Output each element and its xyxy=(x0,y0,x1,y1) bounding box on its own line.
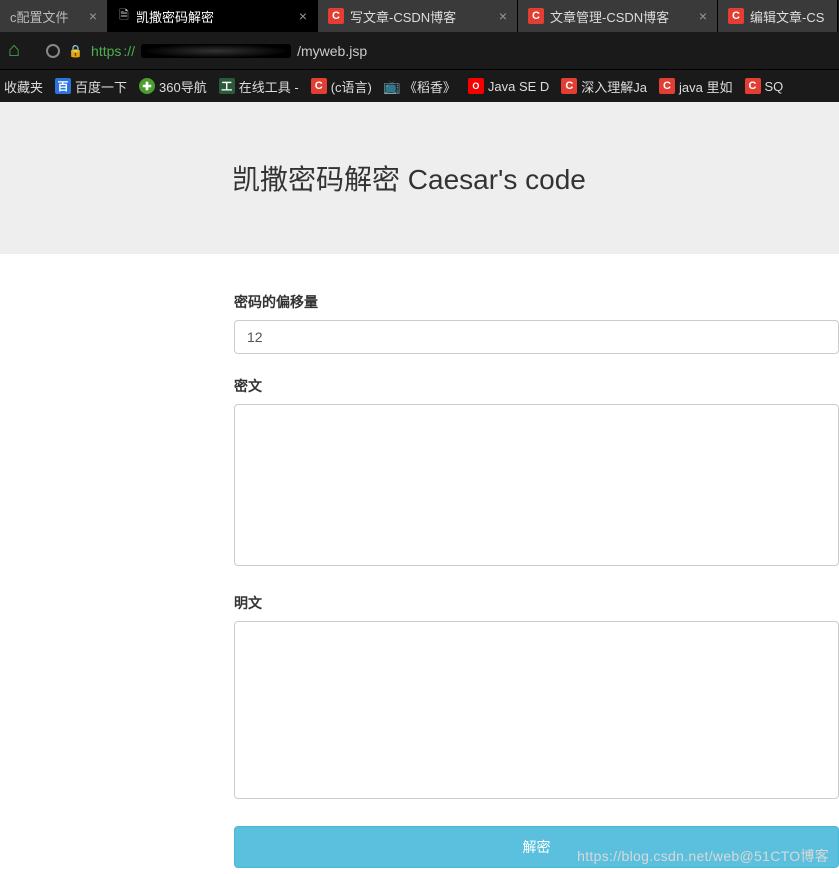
bookmark-clang[interactable]: C (c语言) xyxy=(311,77,372,96)
url-display[interactable]: https:// /myweb.jsp xyxy=(91,43,367,59)
browser-tab-active[interactable]: 🗎 凯撒密码解密 × xyxy=(108,0,318,32)
oracle-icon: O xyxy=(468,78,484,94)
bookmark-label: 360导航 xyxy=(159,77,207,96)
bookmark-javase[interactable]: O Java SE D xyxy=(468,78,549,94)
bookmark-favorites[interactable]: 收藏夹 xyxy=(4,77,43,96)
cipher-textarea[interactable] xyxy=(234,404,839,566)
bookmark-sq[interactable]: C SQ xyxy=(745,78,784,94)
lock-icon: 🔒 xyxy=(68,44,83,58)
browser-tab-bar: c配置文件 × 🗎 凯撒密码解密 × C 写文章-CSDN博客 × C 文章管理… xyxy=(0,0,839,32)
tab-title: 文章管理-CSDN博客 xyxy=(550,7,669,26)
home-icon[interactable]: ⌂ xyxy=(8,39,20,62)
bookmark-label: (c语言) xyxy=(331,77,372,96)
browser-tab[interactable]: C 编辑文章-CS xyxy=(718,0,838,32)
bookmark-360[interactable]: ✚ 360导航 xyxy=(139,77,207,96)
url-path: /myweb.jsp xyxy=(297,43,367,59)
offset-input[interactable] xyxy=(234,320,839,354)
tab-title: 写文章-CSDN博客 xyxy=(350,7,456,26)
cipher-group: 密文 xyxy=(234,376,839,571)
form-content: 密码的偏移量 密文 明文 解密 xyxy=(0,254,839,868)
bookmark-javadeep[interactable]: C 深入理解Ja xyxy=(561,77,647,96)
bookmark-javain[interactable]: C java 里如 xyxy=(659,77,732,96)
offset-label: 密码的偏移量 xyxy=(234,292,839,312)
tab-title: 凯撒密码解密 xyxy=(136,7,214,26)
close-icon[interactable]: × xyxy=(499,8,507,24)
tab-title: 编辑文章-CS xyxy=(750,7,824,26)
plain-textarea[interactable] xyxy=(234,621,839,799)
csdn-icon: C xyxy=(745,78,761,94)
bookmark-label: SQ xyxy=(765,79,784,94)
csdn-icon: C xyxy=(528,8,544,24)
page-title: 凯撒密码解密 Caesar's code xyxy=(232,158,839,198)
browser-tab[interactable]: C 写文章-CSDN博客 × xyxy=(318,0,518,32)
csdn-icon: C xyxy=(561,78,577,94)
csdn-icon: C xyxy=(728,8,744,24)
bookmark-label: 在线工具 - xyxy=(239,77,299,96)
url-protocol: https xyxy=(91,43,121,59)
csdn-icon: C xyxy=(328,8,344,24)
page-icon: 🗎 xyxy=(118,9,130,23)
page-header: 凯撒密码解密 Caesar's code xyxy=(0,102,839,254)
bookmark-label: java 里如 xyxy=(679,77,732,96)
url-protocol-suffix: :// xyxy=(123,43,135,59)
browser-address-bar: ⌂ 🔒 https:// /myweb.jsp xyxy=(0,32,839,70)
bookmark-label: Java SE D xyxy=(488,79,549,94)
plain-group: 明文 xyxy=(234,593,839,804)
bookmark-baidu[interactable]: 百 百度一下 xyxy=(55,77,127,96)
bookmark-tools[interactable]: 工 在线工具 - xyxy=(219,77,299,96)
csdn-icon: C xyxy=(311,78,327,94)
bookmark-label: 收藏夹 xyxy=(4,77,43,96)
bookmark-label: 《稻香》 xyxy=(404,77,456,96)
bookmark-label: 深入理解Ja xyxy=(581,77,647,96)
tab-title: c配置文件 xyxy=(10,7,69,26)
url-domain-redacted xyxy=(141,44,291,58)
nav360-icon: ✚ xyxy=(139,78,155,94)
browser-bookmarks-bar: 收藏夹 百 百度一下 ✚ 360导航 工 在线工具 - C (c语言) 📺 《稻… xyxy=(0,70,839,102)
bookmark-label: 百度一下 xyxy=(75,77,127,96)
reload-icon[interactable] xyxy=(46,44,60,58)
cipher-label: 密文 xyxy=(234,376,839,396)
close-icon[interactable]: × xyxy=(299,8,307,24)
bilibili-icon: 📺 xyxy=(384,78,400,94)
bookmark-daoxiang[interactable]: 📺 《稻香》 xyxy=(384,77,456,96)
browser-tab[interactable]: C 文章管理-CSDN博客 × xyxy=(518,0,718,32)
plain-label: 明文 xyxy=(234,593,839,613)
browser-tab[interactable]: c配置文件 × xyxy=(0,0,108,32)
tool-icon: 工 xyxy=(219,78,235,94)
csdn-icon: C xyxy=(659,78,675,94)
baidu-icon: 百 xyxy=(55,78,71,94)
offset-group: 密码的偏移量 xyxy=(234,292,839,354)
close-icon[interactable]: × xyxy=(89,8,97,24)
close-icon[interactable]: × xyxy=(699,8,707,24)
watermark-text: https://blog.csdn.net/web@51CTO博客 xyxy=(577,846,829,866)
